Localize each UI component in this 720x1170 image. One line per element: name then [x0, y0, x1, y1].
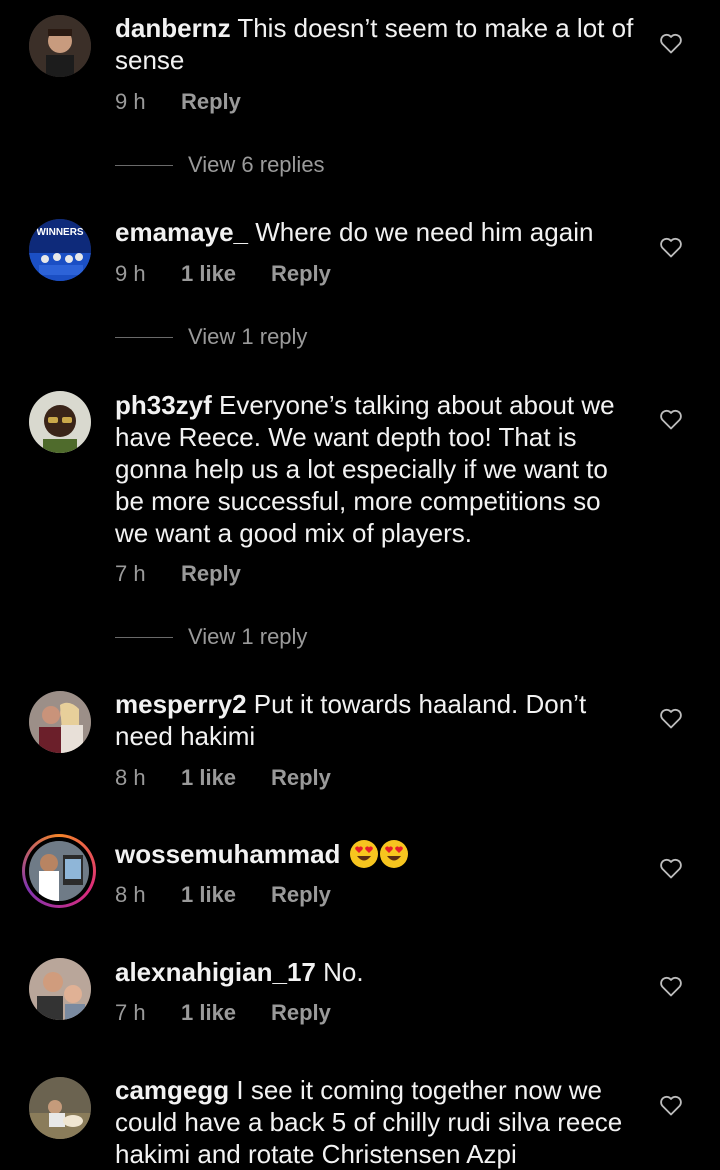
view-replies-label: View 1 reply [188, 624, 308, 649]
avatar-badge-text: WINNERS [36, 227, 84, 238]
comment-meta: 9 h Reply [115, 87, 415, 117]
divider-line [115, 637, 173, 638]
avatar[interactable] [29, 958, 91, 1020]
timestamp: 7 h [115, 1000, 146, 1025]
divider-line [115, 165, 173, 166]
timestamp: 8 h [115, 765, 146, 790]
heart-outline-icon[interactable] [659, 408, 683, 430]
comment-text: alexnahigian_17 No. [115, 956, 640, 988]
view-replies-label: View 1 reply [188, 324, 308, 349]
view-replies-label: View 6 replies [188, 152, 325, 177]
heart-outline-icon[interactable] [659, 857, 683, 879]
username[interactable]: mesperry2 [115, 689, 247, 719]
username[interactable]: camgegg [115, 1075, 229, 1105]
heart-eyes-emoji [349, 840, 378, 868]
likes-count[interactable]: 1 like [181, 998, 236, 1028]
reply-button[interactable]: Reply [181, 87, 241, 117]
comment-meta: 7 h Reply [115, 559, 415, 589]
divider-line [115, 337, 173, 338]
username[interactable]: wossemuhammad [115, 839, 340, 869]
comment-text: danbernz This doesn’t seem to make a lot… [115, 12, 640, 76]
avatar[interactable] [29, 691, 91, 753]
avatar[interactable] [29, 391, 91, 453]
heart-outline-icon[interactable] [659, 1094, 683, 1116]
comment-body: No. [315, 957, 364, 987]
timestamp: 9 h [115, 89, 146, 114]
username[interactable]: alexnahigian_17 [115, 957, 316, 987]
username[interactable]: emamaye_ [115, 217, 248, 247]
heart-outline-icon[interactable] [659, 707, 683, 729]
reply-button[interactable]: Reply [271, 998, 331, 1028]
timestamp: 9 h [115, 261, 146, 286]
avatar[interactable] [29, 15, 91, 77]
comment-text: ph33zyf Everyone’s talking about about w… [115, 389, 640, 549]
comment-meta: 8 h 1 like Reply [115, 880, 415, 910]
comment-text: emamaye_ Where do we need him again [115, 216, 640, 248]
view-replies-button[interactable]: View 6 replies [115, 150, 375, 180]
comment-meta: 8 h 1 like Reply [115, 763, 415, 793]
comment-body [340, 839, 347, 869]
heart-eyes-emoji [379, 840, 408, 868]
username[interactable]: danbernz [115, 13, 231, 43]
timestamp: 7 h [115, 561, 146, 586]
likes-count[interactable]: 1 like [181, 259, 236, 289]
heart-outline-icon[interactable] [659, 236, 683, 258]
heart-outline-icon[interactable] [659, 32, 683, 54]
view-replies-button[interactable]: View 1 reply [115, 322, 375, 352]
likes-count[interactable]: 1 like [181, 763, 236, 793]
view-replies-button[interactable]: View 1 reply [115, 622, 375, 652]
comment-text: camgegg I see it coming together now we … [115, 1074, 640, 1170]
reply-button[interactable]: Reply [271, 880, 331, 910]
heart-outline-icon[interactable] [659, 975, 683, 997]
reply-button[interactable]: Reply [271, 259, 331, 289]
likes-count[interactable]: 1 like [181, 880, 236, 910]
comment-text: wossemuhammad [115, 838, 640, 870]
comment-body: Where do we need him again [248, 217, 594, 247]
reply-button[interactable]: Reply [181, 559, 241, 589]
timestamp: 8 h [115, 882, 146, 907]
comment-text: mesperry2 Put it towards haaland. Don’t … [115, 688, 640, 752]
avatar[interactable] [29, 841, 89, 901]
reply-button[interactable]: Reply [271, 763, 331, 793]
comment-meta: 7 h 1 like Reply [115, 998, 415, 1028]
avatar[interactable] [29, 1077, 91, 1139]
avatar[interactable]: WINNERS [29, 219, 91, 281]
comment-meta: 9 h 1 like Reply [115, 259, 415, 289]
username[interactable]: ph33zyf [115, 390, 212, 420]
